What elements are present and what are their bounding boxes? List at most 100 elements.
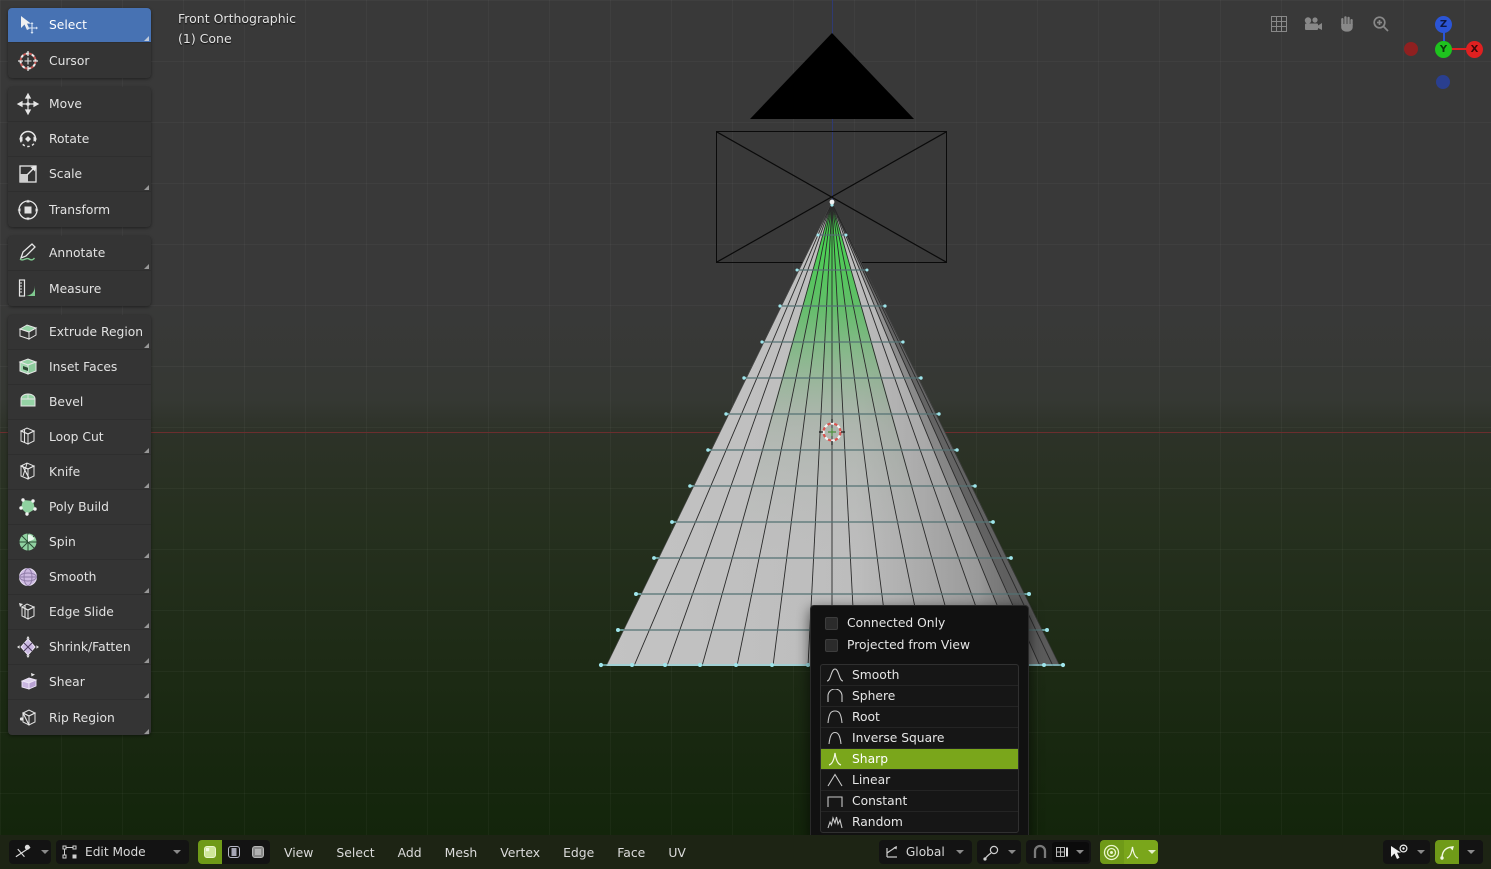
snap-to-increment-button[interactable] bbox=[1051, 842, 1089, 862]
gizmo-toggle[interactable] bbox=[1435, 840, 1459, 864]
gizmo-axis-z[interactable]: Z bbox=[1435, 16, 1452, 33]
smooth-icon bbox=[15, 564, 41, 590]
tool-cursor[interactable]: Cursor bbox=[8, 43, 151, 78]
gizmo-axis-y[interactable]: Y bbox=[1435, 41, 1452, 58]
chevron-down-icon[interactable] bbox=[1417, 850, 1425, 854]
falloff-item-sphere[interactable]: Sphere bbox=[821, 686, 1018, 707]
falloff-item-constant[interactable]: Constant bbox=[821, 791, 1018, 812]
falloff-item-inverse-square[interactable]: Inverse Square bbox=[821, 728, 1018, 749]
mode-select-dropdown[interactable]: Edit Mode bbox=[56, 840, 189, 864]
edit-mode-icon bbox=[62, 845, 77, 859]
shear-icon bbox=[15, 669, 41, 695]
falloff-item-root[interactable]: Root bbox=[821, 707, 1018, 728]
proportional-editing-toggle[interactable] bbox=[1099, 840, 1124, 864]
checkbox-projected-from-view[interactable]: Projected from View bbox=[811, 634, 1028, 656]
chevron-down-icon[interactable] bbox=[955, 850, 964, 854]
zoom-icon[interactable] bbox=[1371, 14, 1391, 34]
tool-shrink-fatten[interactable]: Shrink/Fatten bbox=[8, 630, 151, 665]
navigation-gizmo[interactable]: Z Y X bbox=[1403, 8, 1483, 89]
editor-type-button[interactable] bbox=[9, 840, 51, 864]
tool-annotate[interactable]: Annotate bbox=[8, 236, 151, 271]
tool-smooth[interactable]: Smooth bbox=[8, 560, 151, 595]
tool-select[interactable]: Select bbox=[8, 8, 151, 43]
checkbox-label: Connected Only bbox=[847, 616, 946, 630]
camera-icon[interactable] bbox=[1303, 14, 1323, 34]
checkbox-box[interactable] bbox=[825, 616, 838, 630]
tool-transform[interactable]: Transform bbox=[8, 192, 151, 227]
tool-label: Transform bbox=[49, 202, 111, 217]
tool-group-selection: Select Cursor bbox=[8, 8, 151, 78]
tool-poly-build[interactable]: Poly Build bbox=[8, 490, 151, 525]
viewport-header[interactable]: Edit Mode View Select Add Mesh Vertex Ed… bbox=[0, 835, 1491, 869]
chevron-down-icon[interactable] bbox=[1467, 850, 1475, 854]
visibility-selectability-button[interactable] bbox=[1383, 840, 1430, 864]
edge-select-mode[interactable] bbox=[222, 840, 246, 864]
falloff-constant-icon bbox=[825, 793, 845, 809]
knife-icon bbox=[15, 459, 41, 485]
tool-group-transform: Move Rotate Scale Transform bbox=[8, 87, 151, 227]
falloff-item-smooth[interactable]: Smooth bbox=[821, 665, 1018, 686]
mesh-select-mode-group[interactable] bbox=[198, 840, 270, 864]
menu-view[interactable]: View bbox=[275, 840, 322, 864]
gizmo-group[interactable] bbox=[1435, 840, 1483, 864]
mode-label: Edit Mode bbox=[85, 845, 146, 859]
chevron-down-icon[interactable] bbox=[1147, 850, 1156, 854]
gizmo-dropdown[interactable] bbox=[1459, 840, 1483, 864]
falloff-item-sharp[interactable]: Sharp bbox=[821, 749, 1018, 770]
transform-orientation-dropdown[interactable]: Global bbox=[878, 840, 972, 864]
proportional-falloff-popup[interactable]: Connected Only Projected from View Smoot… bbox=[810, 605, 1029, 840]
face-select-mode[interactable] bbox=[246, 840, 270, 864]
chevron-down-icon[interactable] bbox=[41, 850, 49, 854]
tool-knife[interactable]: Knife bbox=[8, 455, 151, 490]
tool-extrude-region[interactable]: Extrude Region bbox=[8, 315, 151, 350]
tool-label: Smooth bbox=[49, 570, 97, 584]
chevron-down-icon[interactable] bbox=[173, 850, 181, 854]
tool-loop-cut[interactable]: Loop Cut bbox=[8, 420, 151, 455]
tool-edge-slide[interactable]: Edge Slide bbox=[8, 595, 151, 630]
grid-icon[interactable] bbox=[1269, 14, 1289, 34]
menu-add[interactable]: Add bbox=[389, 840, 431, 864]
proportional-falloff-dropdown[interactable] bbox=[1123, 840, 1158, 864]
submenu-corner-icon bbox=[144, 185, 149, 190]
tool-scale[interactable]: Scale bbox=[8, 157, 151, 192]
falloff-item-linear[interactable]: Linear bbox=[821, 770, 1018, 791]
tool-rip-region[interactable]: Rip Region bbox=[8, 700, 151, 735]
gizmo-axis-x[interactable]: X bbox=[1466, 41, 1483, 58]
hand-icon[interactable] bbox=[1337, 14, 1357, 34]
menu-uv[interactable]: UV bbox=[659, 840, 695, 864]
tool-shelf[interactable]: Select Cursor Move Rotate Scale Transfor… bbox=[8, 8, 151, 744]
chevron-down-icon[interactable] bbox=[1007, 850, 1016, 854]
snap-magnet-group[interactable] bbox=[1025, 840, 1091, 864]
tool-measure[interactable]: Measure bbox=[8, 271, 151, 306]
menu-select[interactable]: Select bbox=[327, 840, 383, 864]
edge-slide-icon bbox=[15, 599, 41, 625]
tool-label: Cursor bbox=[49, 53, 90, 68]
tool-shear[interactable]: Shear bbox=[8, 665, 151, 700]
submenu-corner-icon bbox=[144, 729, 149, 734]
tool-label: Shear bbox=[49, 675, 85, 689]
gizmo-axis-neg-z[interactable] bbox=[1436, 75, 1450, 89]
checkbox-box[interactable] bbox=[825, 638, 838, 652]
chevron-down-icon[interactable] bbox=[1075, 850, 1084, 854]
tool-bevel[interactable]: Bevel bbox=[8, 385, 151, 420]
falloff-sphere-icon bbox=[825, 688, 845, 704]
vertex-select-mode[interactable] bbox=[198, 840, 222, 864]
tool-inset-faces[interactable]: Inset Faces bbox=[8, 350, 151, 385]
cone-mesh[interactable] bbox=[0, 0, 1491, 835]
falloff-curve-list[interactable]: Smooth Sphere Root Inverse Square Sharp … bbox=[820, 664, 1019, 833]
submenu-corner-icon bbox=[144, 36, 149, 41]
falloff-item-random[interactable]: Random bbox=[821, 812, 1018, 832]
gizmo-axis-neg-x[interactable] bbox=[1404, 42, 1418, 56]
menu-face[interactable]: Face bbox=[608, 840, 654, 864]
proportional-editing-group[interactable] bbox=[1099, 840, 1158, 864]
menu-vertex[interactable]: Vertex bbox=[491, 840, 549, 864]
menu-mesh[interactable]: Mesh bbox=[436, 840, 487, 864]
tool-label: Bevel bbox=[49, 395, 84, 409]
snap-target-dropdown[interactable] bbox=[976, 840, 1021, 864]
checkbox-connected-only[interactable]: Connected Only bbox=[811, 612, 1028, 634]
tool-spin[interactable]: Spin bbox=[8, 525, 151, 560]
tool-move[interactable]: Move bbox=[8, 87, 151, 122]
3d-viewport[interactable]: Front Orthographic (1) Cone Z Y X bbox=[0, 0, 1491, 835]
tool-rotate[interactable]: Rotate bbox=[8, 122, 151, 157]
menu-edge[interactable]: Edge bbox=[554, 840, 603, 864]
